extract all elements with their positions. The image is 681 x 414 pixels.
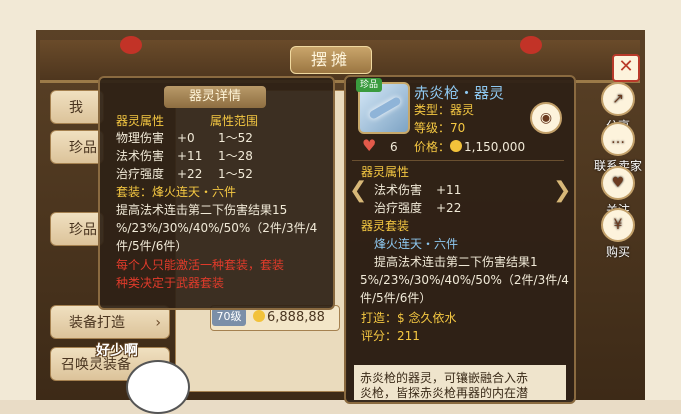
cat-face-icon [126,360,190,414]
weapon-description: 炎枪，皆探赤炎枪再器的内在潜 [360,386,529,400]
page-background-top [0,0,681,30]
like-heart-icon[interactable]: ♥ [362,136,376,155]
attr-value: +0 [177,131,195,145]
preview-eye-button[interactable]: ◉ [530,102,562,134]
buy-label: 购买 [605,245,630,259]
page-background-right [645,0,681,400]
maker-line: 打造：$ 念久依水 [361,311,457,325]
buy-icon: ¥ [601,208,635,242]
set-section-title: 器灵套装 [361,219,410,233]
divider [352,160,564,161]
set-warning: 种类决定于武器套装 [116,276,225,290]
chevron-left-icon[interactable]: ❮ [349,178,367,203]
chat-icon: … [601,122,635,156]
tab-label: 我 [69,100,83,116]
attr-value: +11 [436,183,462,197]
eye-icon: ◉ [539,110,553,126]
weapon-type: 类型：器灵 [414,103,475,117]
set-description: 5%/23%/30%/40%/50%（2件/3件/4 [360,273,569,287]
attr-range: 1～52 [218,131,253,145]
set-description: 提高法术连击第二下伤害结果15 [116,203,288,217]
stall-title: 摆摊 [290,46,372,74]
attr-name: 治疗强度 [374,201,423,215]
tab-label: 装备打造 [69,315,125,331]
range-column-header: 属性范围 [210,114,259,128]
level-tag: 70级 [212,308,246,326]
attr-value: +22 [436,201,462,215]
spear-icon [368,96,402,120]
share-icon: ↗ [601,82,635,116]
buy-button[interactable]: ¥ 购买 [596,208,640,260]
attr-name: 物理伤害 [116,131,165,145]
set-description: %/23%/30%/40%/50%（2件/3件/4 [116,221,318,235]
price-label: 价格： [414,140,451,154]
set-description: 件/5件/6件） [360,291,432,305]
weapon-name: 赤炎枪・器灵 [414,84,505,102]
set-warning: 每个人只能激活一种套装，套装 [116,258,285,272]
weapon-level: 等级：70 [414,121,466,135]
attr-name: 法术伤害 [116,149,165,163]
attr-column-header: 器灵属性 [116,114,165,128]
tab-label: 珍品 [69,222,97,238]
cat-mascot: 好少啊 [56,340,190,414]
attr-section-title: 器灵属性 [361,165,410,179]
close-button[interactable]: ✕ [612,54,640,82]
score-line: 评分：211 [361,329,420,343]
attr-name: 治疗强度 [116,167,165,181]
price-value: 1,150,000 [464,140,526,154]
weapon-description-box: 赤炎枪的器灵，可镶嵌融合入赤 炎枪，皆探赤炎枪再器的内在潜 [354,365,566,400]
price-row: 1,150,000 [450,140,525,155]
cat-caption: 好少啊 [96,343,138,359]
treasure-badge: 珍品 [356,78,382,92]
tab-treasure[interactable]: 珍品 [50,130,104,164]
attr-value: +22 [177,167,203,181]
popup-header: 器灵详情 [164,86,266,108]
coin-icon [450,140,462,152]
like-count: 6 [390,140,398,154]
tab-equipment-forge[interactable]: 装备打造 › [50,305,170,339]
coin-icon [253,310,267,325]
attr-value: +11 [177,149,203,163]
set-line: 套装：烽火连天・六件 [116,185,237,199]
set-description: 件/5件/6件） [116,239,188,253]
attr-name: 法术伤害 [374,183,423,197]
weapon-spirit-icon: 珍品 [356,78,410,134]
lantern-decoration [520,36,542,54]
shop-price-value: 6,888,88 [267,310,325,325]
chevron-right-icon[interactable]: ❯ [553,178,571,203]
attr-range: 1～28 [218,149,253,163]
lantern-decoration [120,36,142,54]
tab-label: 珍品 [69,140,97,156]
set-name: 烽火连天・六件 [374,237,459,251]
tab-treasure-2[interactable]: 珍品 [50,212,104,246]
weapon-description: 赤炎枪的器灵，可镶嵌融合入赤 [360,371,529,385]
attr-range: 1～52 [218,167,253,181]
set-description: 提高法术连击第二下伤害结果1 [374,255,538,269]
page-background-left [0,0,36,400]
tab-mine[interactable]: 我 [50,90,104,124]
heart-icon: ♥ [601,166,635,200]
chevron-right-icon: › [155,315,161,331]
